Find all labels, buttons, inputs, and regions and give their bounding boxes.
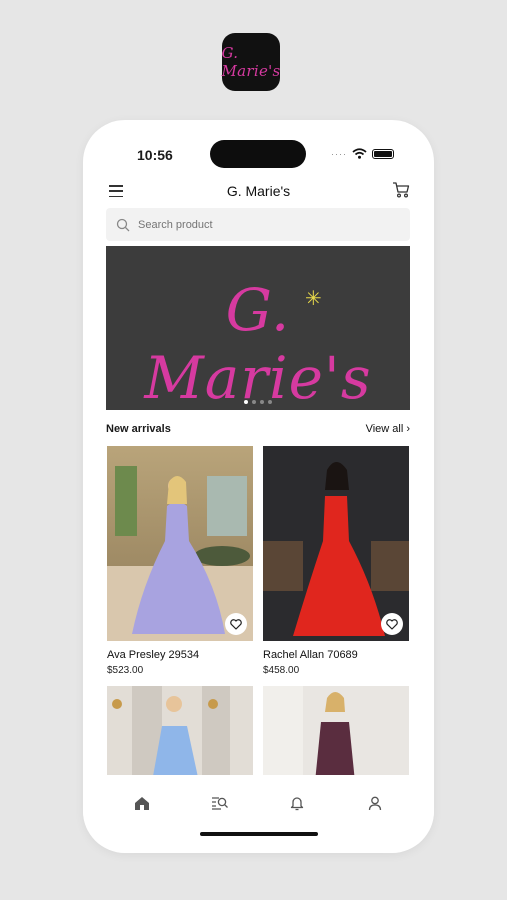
search-icon <box>116 218 130 231</box>
product-image[interactable] <box>263 686 409 782</box>
search-input[interactable] <box>136 217 390 232</box>
dynamic-island <box>210 140 306 168</box>
banner-logo: G. Marie's <box>144 276 372 410</box>
product-price: $458.00 <box>263 665 300 676</box>
home-indicator[interactable] <box>200 832 318 836</box>
app-icon: G. Marie's <box>221 33 281 91</box>
view-all-link[interactable]: View all › <box>366 423 410 435</box>
battery-icon <box>372 148 394 159</box>
wishlist-button[interactable] <box>381 613 403 635</box>
product-price: $523.00 <box>107 665 144 676</box>
carousel-dot[interactable] <box>252 400 256 404</box>
page-title: G. Marie's <box>226 183 291 199</box>
tab-notifications[interactable] <box>286 792 308 814</box>
wifi-icon <box>352 148 367 159</box>
bell-icon <box>291 796 304 810</box>
status-icons: ···· <box>331 148 394 159</box>
product-image[interactable] <box>107 446 253 641</box>
tab-profile[interactable] <box>364 792 386 814</box>
app-header: G. Marie's <box>83 180 434 204</box>
signal-icon: ···· <box>331 148 347 159</box>
section-title: New arrivals <box>106 423 171 435</box>
tab-browse[interactable] <box>209 792 231 814</box>
search-bar[interactable] <box>106 208 410 241</box>
product-image[interactable] <box>107 686 253 782</box>
cart-icon[interactable] <box>392 181 410 199</box>
profile-icon <box>368 796 382 810</box>
home-icon <box>134 796 149 810</box>
carousel-dot[interactable] <box>244 400 248 404</box>
star-icon: ✳ <box>305 288 322 310</box>
phone-frame: 10:56 ···· G. Marie's G. Marie's ✳ New a… <box>83 120 434 853</box>
tab-home[interactable] <box>131 792 153 814</box>
heart-icon <box>230 618 242 630</box>
tab-bar <box>83 775 434 831</box>
app-icon-logo: G. Marie's <box>221 44 281 80</box>
section-header: New arrivals View all › <box>106 423 410 435</box>
browse-icon <box>211 797 228 810</box>
carousel-indicator[interactable] <box>106 400 410 404</box>
status-time: 10:56 <box>137 147 173 163</box>
product-card[interactable]: Rachel Allan 70689 $458.00 <box>263 446 409 676</box>
hero-banner[interactable]: G. Marie's ✳ <box>106 246 410 410</box>
product-image[interactable] <box>263 446 409 641</box>
product-name: Rachel Allan 70689 <box>263 649 358 661</box>
product-name: Ava Presley 29534 <box>107 649 200 661</box>
carousel-dot[interactable] <box>268 400 272 404</box>
wishlist-button[interactable] <box>225 613 247 635</box>
heart-icon <box>386 618 398 630</box>
carousel-dot[interactable] <box>260 400 264 404</box>
product-card[interactable]: Ava Presley 29534 $523.00 <box>107 446 253 676</box>
